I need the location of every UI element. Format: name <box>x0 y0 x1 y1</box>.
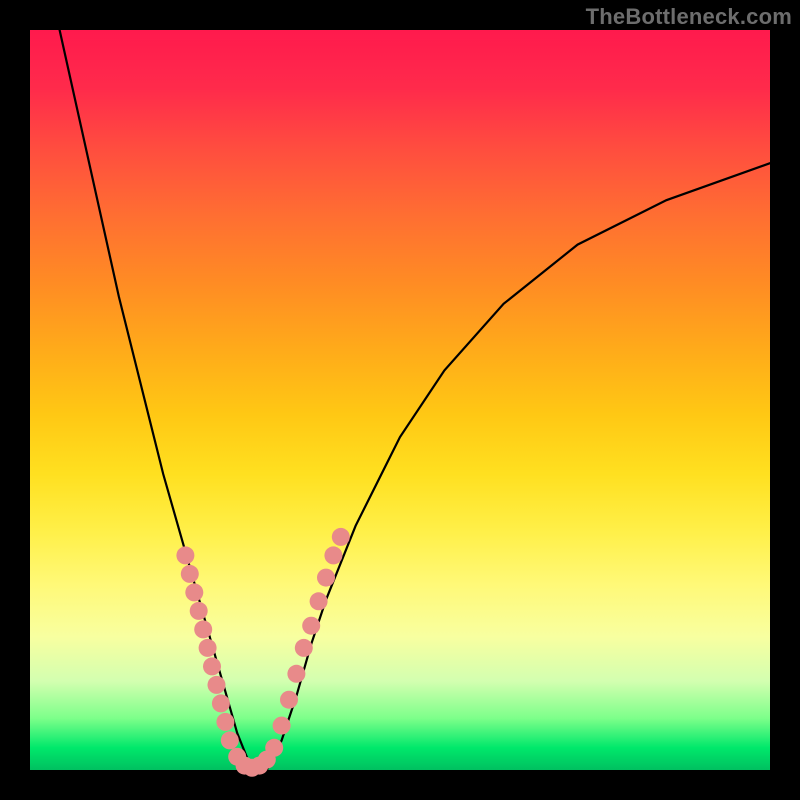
highlighted-point <box>317 569 335 587</box>
highlighted-point <box>273 717 291 735</box>
highlighted-point <box>332 528 350 546</box>
watermark-text: TheBottleneck.com <box>586 4 792 30</box>
highlighted-point <box>295 639 313 657</box>
highlighted-point <box>212 694 230 712</box>
highlighted-point <box>199 639 217 657</box>
highlighted-point <box>185 583 203 601</box>
chart-overlay <box>30 30 770 770</box>
highlighted-point <box>280 691 298 709</box>
highlighted-point <box>181 565 199 583</box>
highlighted-point <box>194 620 212 638</box>
highlighted-point <box>203 657 221 675</box>
bottleneck-curve <box>60 30 770 770</box>
highlighted-point <box>265 739 283 757</box>
highlighted-point <box>221 731 239 749</box>
highlighted-points-group <box>176 528 349 777</box>
highlighted-point <box>176 546 194 564</box>
highlighted-point <box>310 592 328 610</box>
highlighted-point <box>287 665 305 683</box>
highlighted-point <box>190 602 208 620</box>
chart-frame: TheBottleneck.com <box>0 0 800 800</box>
highlighted-point <box>324 546 342 564</box>
highlighted-point <box>216 713 234 731</box>
highlighted-point <box>208 676 226 694</box>
highlighted-point <box>302 617 320 635</box>
